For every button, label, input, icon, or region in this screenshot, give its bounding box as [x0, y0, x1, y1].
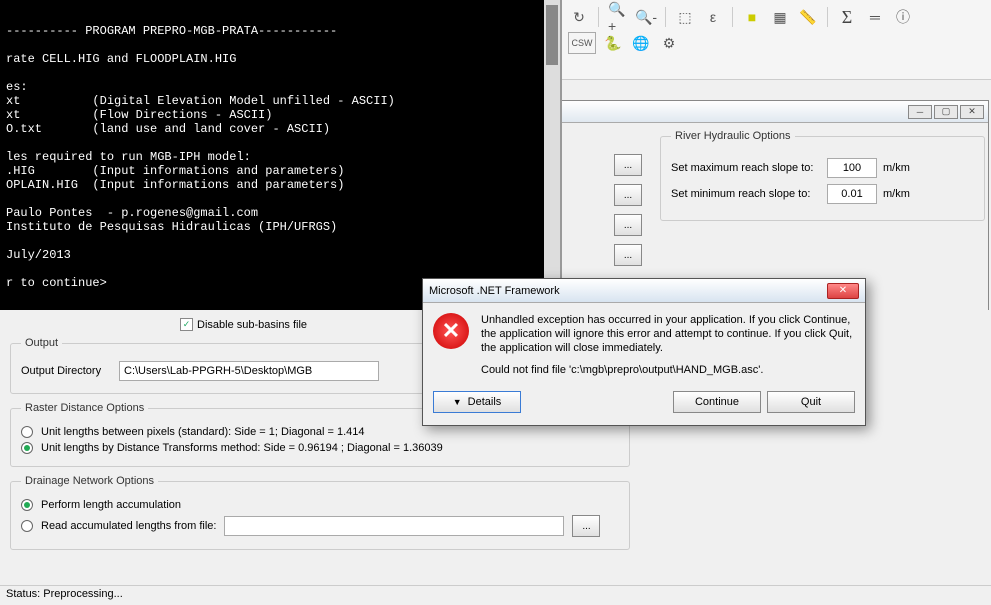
deselect-icon[interactable]: ε — [702, 6, 724, 28]
hydro-legend: River Hydraulic Options — [671, 130, 795, 142]
drain-opt1-radio[interactable] — [21, 499, 33, 511]
info-icon[interactable]: ⓘ — [892, 6, 914, 28]
status-bar: Status: Preprocessing... — [0, 585, 991, 605]
error-close-button[interactable]: ✕ — [827, 283, 859, 299]
zoom-out-icon[interactable]: 🔍- — [635, 6, 657, 28]
disable-subbasins-checkbox[interactable]: ✓ — [180, 318, 193, 331]
error-icon: ✕ — [433, 313, 469, 349]
raster-opt1-radio[interactable] — [21, 426, 33, 438]
error-title: Microsoft .NET Framework — [429, 285, 560, 297]
close-button[interactable]: ✕ — [960, 105, 984, 119]
sigma-icon[interactable]: Σ — [836, 6, 858, 28]
marker-yellow-icon[interactable]: ■ — [741, 6, 763, 28]
raster-opt2-radio[interactable] — [21, 442, 33, 454]
output-legend: Output — [21, 337, 62, 349]
browse-button-2[interactable]: ... — [614, 184, 642, 206]
browse-button-1[interactable]: ... — [614, 154, 642, 176]
ide-toolbar: ↻ 🔍+ 🔍- ⬚ ε ■ ▦ 📏 Σ ═ ⓘ CSW 🐍 🌐 ⚙ — [562, 0, 991, 80]
continue-button[interactable]: Continue — [673, 391, 761, 413]
drain-opt2-radio[interactable] — [21, 520, 33, 532]
select-icon[interactable]: ⬚ — [674, 6, 696, 28]
grid-icon[interactable]: ▦ — [769, 6, 791, 28]
gear-icon[interactable]: ⚙ — [658, 32, 680, 54]
raster-legend: Raster Distance Options — [21, 402, 148, 414]
output-dir-label: Output Directory — [21, 365, 111, 377]
min-slope-input[interactable] — [827, 184, 877, 204]
error-message-2: Could not find file 'c:\mgb\prepro\outpu… — [481, 363, 855, 377]
ruler-icon[interactable]: ═ — [864, 6, 886, 28]
raster-opt1-label: Unit lengths between pixels (standard): … — [41, 426, 364, 438]
error-dialog: Microsoft .NET Framework ✕ ✕ Unhandled e… — [422, 278, 866, 426]
python-icon[interactable]: 🐍 — [602, 32, 624, 54]
raster-opt2-label: Unit lengths by Distance Transforms meth… — [41, 442, 443, 454]
minimize-button[interactable]: ─ — [908, 105, 932, 119]
accum-browse-button[interactable]: ... — [572, 515, 600, 537]
window-titlebar: ─ ▢ ✕ — [561, 101, 988, 123]
zoom-in-icon[interactable]: 🔍+ — [607, 6, 629, 28]
csw-badge[interactable]: CSW — [568, 32, 596, 54]
output-dir-input[interactable] — [119, 361, 379, 381]
unit-mkm-1: m/km — [883, 162, 910, 174]
measure-icon[interactable]: 📏 — [797, 6, 819, 28]
status-text: Status: Preprocessing... — [6, 588, 123, 600]
min-slope-label: Set minimum reach slope to: — [671, 188, 821, 200]
hydraulic-panel: River Hydraulic Options Set maximum reac… — [660, 130, 985, 229]
globe-icon[interactable]: 🌐 — [630, 32, 652, 54]
browse-button-3[interactable]: ... — [614, 214, 642, 236]
max-slope-input[interactable] — [827, 158, 877, 178]
disable-subbasins-label: Disable sub-basins file — [197, 319, 307, 331]
accum-file-input[interactable] — [224, 516, 564, 536]
browse-button-4[interactable]: ... — [614, 244, 642, 266]
maximize-button[interactable]: ▢ — [934, 105, 958, 119]
console-scrollbar[interactable] — [544, 0, 560, 310]
drain-opt2-label: Read accumulated lengths from file: — [41, 520, 216, 532]
drain-opt1-label: Perform length accumulation — [41, 499, 181, 511]
details-button[interactable]: ▼Details — [433, 391, 521, 413]
error-message-1: Unhandled exception has occurred in your… — [481, 313, 855, 355]
refresh-icon[interactable]: ↻ — [568, 6, 590, 28]
quit-button[interactable]: Quit — [767, 391, 855, 413]
console-window: ---------- PROGRAM PREPRO-MGB-PRATA-----… — [0, 0, 562, 310]
max-slope-label: Set maximum reach slope to: — [671, 162, 821, 174]
browse-column: ... ... ... ... — [614, 154, 642, 266]
drain-legend: Drainage Network Options — [21, 475, 158, 487]
unit-mkm-2: m/km — [883, 188, 910, 200]
